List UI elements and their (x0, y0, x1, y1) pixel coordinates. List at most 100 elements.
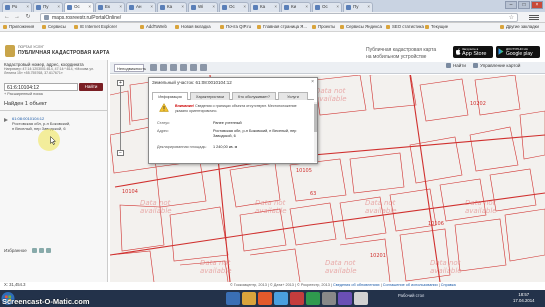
folder-icon (500, 25, 504, 29)
browser-tab[interactable]: Ек × (95, 2, 125, 12)
bookmark-star-icon[interactable]: ☆ (509, 14, 514, 21)
expand-icon[interactable] (3, 117, 9, 123)
taskbar-app-icon[interactable] (274, 292, 288, 305)
browser-tab[interactable]: Ан × (126, 2, 156, 12)
help-link[interactable]: Справка (441, 283, 456, 287)
browser-menu-icon[interactable] (529, 14, 539, 21)
popup-scrollbar[interactable] (314, 102, 317, 162)
terms-link[interactable]: Соглашение об использовании (383, 283, 438, 287)
close-tab-icon[interactable]: × (119, 4, 122, 9)
bookmark-item[interactable]: Сервисы (42, 24, 66, 29)
select-tool-icon[interactable] (160, 64, 167, 71)
close-tab-icon[interactable]: × (150, 4, 153, 9)
close-icon[interactable]: × (311, 79, 314, 85)
edit-favorite-icon[interactable] (39, 248, 44, 253)
tab-services[interactable]: Услуги (278, 92, 308, 100)
tab-who-serves[interactable]: Кто обслуживает? (232, 92, 276, 100)
advanced-search-link[interactable]: + Расширенный поиск (4, 92, 43, 96)
bookmark-item[interactable]: Текущие (425, 24, 448, 29)
taskbar-app-icon[interactable] (322, 292, 336, 305)
forward-icon[interactable]: → (13, 14, 21, 21)
close-tab-icon[interactable]: × (336, 4, 339, 9)
back-icon[interactable]: ← (3, 14, 11, 21)
desktop-toolbar-label[interactable]: Рабочий стол (398, 293, 424, 298)
taskbar-app-icon[interactable] (290, 292, 304, 305)
find-link[interactable]: Найти (453, 63, 466, 68)
favicon-icon (346, 5, 351, 10)
appstore-button[interactable]: Загрузите в App Store (453, 46, 493, 58)
info-tool-icon[interactable] (170, 64, 177, 71)
tab-information[interactable]: Информация (152, 92, 188, 100)
measure-tool-icon[interactable] (180, 64, 187, 71)
minimize-icon[interactable]: – (505, 1, 517, 9)
search-result-item[interactable]: 61:08:0010104:12 Ростовская обл, р-н Бок… (12, 116, 72, 131)
taskbar-app-icon[interactable] (242, 292, 256, 305)
browser-tab[interactable]: Wi × (188, 2, 218, 12)
search-button[interactable]: Найти (79, 83, 103, 91)
bookmark-item[interactable]: Сервисы Яндекса (340, 24, 382, 29)
map-control-link[interactable]: Управление картой (480, 63, 520, 68)
favicon-icon (253, 5, 258, 10)
draw-tool-icon[interactable] (200, 64, 207, 71)
browser-tab[interactable]: Ро × (2, 2, 32, 12)
favicon-icon (67, 5, 72, 10)
coordinates-readout: X: 31,454.3 (4, 282, 26, 287)
browser-tab-active[interactable]: Ос × (64, 2, 94, 12)
browser-tab[interactable]: Пу × (33, 2, 63, 12)
reload-icon[interactable]: ↻ (24, 14, 32, 21)
bookmark-item[interactable]: SEO статистика (386, 24, 424, 29)
taskbar-app-icon[interactable] (226, 292, 240, 305)
basemap-select[interactable]: Неподвижность (114, 64, 146, 72)
zoom-slider[interactable] (120, 86, 121, 150)
pan-tool-icon[interactable] (150, 64, 157, 71)
system-clock[interactable]: 18:57 17.04.2014 (513, 292, 535, 303)
browser-tab[interactable]: Ки × (281, 2, 311, 12)
taskbar-app-icon[interactable] (338, 292, 352, 305)
search-example: Например: 47:14:1203001:814, 47:14:*:814… (4, 67, 95, 75)
browser-tab[interactable]: Ка × (250, 2, 280, 12)
taskbar-app-icon[interactable] (354, 292, 368, 305)
taskbar-app-icon[interactable] (258, 292, 272, 305)
favorites-label[interactable]: Избранное (4, 248, 27, 253)
updates-link[interactable]: Сведения об обновлениях (333, 283, 380, 287)
zoom-out-button[interactable]: − (117, 150, 124, 156)
add-favorite-icon[interactable] (32, 248, 37, 253)
close-tab-icon[interactable]: × (274, 4, 277, 9)
bookmark-item[interactable]: Главная страница Я... (257, 24, 307, 29)
close-tab-icon[interactable]: × (181, 4, 184, 9)
close-tab-icon[interactable]: × (212, 4, 215, 9)
close-tab-icon[interactable]: × (305, 4, 308, 9)
browser-tab[interactable]: Ос × (219, 2, 249, 12)
map-watermark: Data not (255, 199, 286, 207)
bookmark-item[interactable]: Новая вкладка (175, 24, 211, 29)
map-watermark: available (325, 267, 357, 275)
address-bar: ← → ↻ maps.rosreestr.ru/PortalOnline/ ☆ (0, 12, 545, 23)
bookmark-item[interactable]: Проекты (312, 24, 335, 29)
bookmarks-bar: Приложения Сервисы IE Internet Explorer … (0, 23, 545, 32)
close-tab-icon[interactable]: × (88, 4, 91, 9)
print-tool-icon[interactable] (190, 64, 197, 71)
browser-tab[interactable]: Пу × (343, 2, 373, 12)
bookmark-item[interactable]: Почта QIP.ru (220, 24, 251, 29)
close-tab-icon[interactable]: × (367, 4, 370, 9)
portal-title[interactable]: ПУБЛИЧНАЯ КАДАСТРОВАЯ КАРТА (18, 50, 110, 56)
tab-characteristics[interactable]: Характеристики (190, 92, 230, 100)
bookmark-item[interactable]: AddToWeb (140, 24, 167, 29)
search-input[interactable]: 61:6:10104:12 (4, 83, 78, 91)
bookmark-item[interactable]: IE Internet Explorer (74, 24, 117, 29)
close-tab-icon[interactable]: × (243, 4, 246, 9)
mail-icon (220, 25, 224, 29)
close-window-icon[interactable]: × (531, 1, 543, 9)
url-input[interactable]: maps.rosreestr.ru/PortalOnline/ ☆ (40, 13, 518, 22)
taskbar-app-icon[interactable] (306, 292, 320, 305)
browser-tab[interactable]: Ка × (157, 2, 187, 12)
maximize-icon[interactable]: □ (518, 1, 530, 9)
googleplay-button[interactable]: ДОСТУПНО НА Google play (496, 46, 540, 58)
close-tab-icon[interactable]: × (57, 4, 60, 9)
browser-tab[interactable]: Ос × (312, 2, 342, 12)
delete-favorite-icon[interactable] (46, 248, 51, 253)
portal-subtitle: ПОРТАЛ УСЛУГ (18, 45, 45, 49)
bookmark-item[interactable]: Приложения (3, 24, 34, 29)
close-tab-icon[interactable]: × (26, 4, 29, 9)
other-bookmarks[interactable]: Другие закладки (500, 24, 539, 29)
